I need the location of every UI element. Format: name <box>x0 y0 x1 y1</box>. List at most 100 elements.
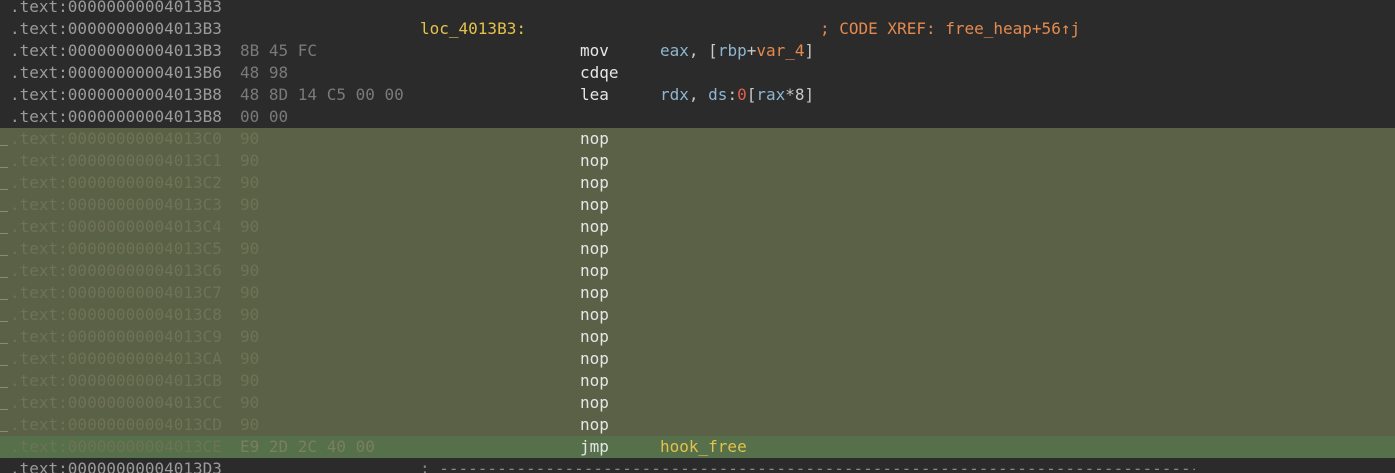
listing-line[interactable]: .text:00000000004013B3 <box>0 0 1395 18</box>
nop-line[interactable]: .text:00000000004013C5 90 nop <box>0 238 1395 260</box>
register-operand[interactable]: rbp <box>718 41 747 60</box>
patch-marker <box>0 343 8 344</box>
mnemonic: cdqe <box>580 63 619 82</box>
operand-punct: , <box>688 85 709 104</box>
opcode-bytes: 8B 45 FC <box>240 41 318 60</box>
operand-punct: , [ <box>688 41 718 60</box>
mnemonic: jmp <box>580 437 609 456</box>
patch-marker <box>0 409 8 410</box>
jump-target[interactable]: hook_free <box>660 436 747 458</box>
opcode-bytes: 90 <box>240 129 260 148</box>
mnemonic: nop <box>580 261 609 280</box>
patch-marker <box>0 145 8 146</box>
nop-line[interactable]: .text:00000000004013C4 90 nop <box>0 216 1395 238</box>
mnemonic: nop <box>580 393 609 412</box>
opcode-bytes: 90 <box>240 327 260 346</box>
stack-var-operand[interactable]: var_4 <box>756 41 804 60</box>
patch-marker <box>0 167 8 168</box>
listing-line[interactable]: .text:00000000004013B8 00 00 <box>0 106 1395 128</box>
nop-line[interactable]: .text:00000000004013CB 90 nop <box>0 370 1395 392</box>
address: .text:00000000004013C0 <box>10 129 222 148</box>
address: .text:00000000004013CD <box>10 415 222 434</box>
address: .text:00000000004013C9 <box>10 327 222 346</box>
patch-marker <box>0 299 8 300</box>
address: .text:00000000004013C6 <box>10 261 222 280</box>
opcode-bytes: 90 <box>240 305 260 324</box>
address: .text:00000000004013C8 <box>10 305 222 324</box>
address: .text:00000000004013C3 <box>10 195 222 214</box>
patch-marker <box>0 233 8 234</box>
address: .text:00000000004013C2 <box>10 173 222 192</box>
opcode-bytes: 00 00 <box>240 107 289 126</box>
xref-comment[interactable]: ; CODE XREF: free_heap+56↑j <box>820 18 1080 40</box>
register-operand[interactable]: rax <box>756 85 785 104</box>
mnemonic: nop <box>580 415 609 434</box>
disassembly-view[interactable]: .text:00000000004013B3 .text:00000000004… <box>0 0 1395 473</box>
mnemonic: nop <box>580 151 609 170</box>
address: .text:00000000004013B8 <box>10 85 222 104</box>
address: .text:00000000004013B3 <box>10 0 222 16</box>
listing-line[interactable]: .text:00000000004013B8 48 8D 14 C5 00 00… <box>0 84 1395 106</box>
mnemonic: nop <box>580 239 609 258</box>
patch-marker <box>0 211 8 212</box>
mnemonic: nop <box>580 129 609 148</box>
mnemonic: nop <box>580 371 609 390</box>
operand-punct: + <box>746 41 757 60</box>
mnemonic: nop <box>580 283 609 302</box>
opcode-bytes: E9 2D 2C 40 00 <box>240 437 375 456</box>
mnemonic: nop <box>580 349 609 368</box>
listing-line[interactable]: .text:00000000004013B3 loc_4013B3: ; COD… <box>0 18 1395 40</box>
mnemonic: mov <box>580 41 609 60</box>
address: .text:00000000004013C1 <box>10 151 222 170</box>
operand-punct: *8] <box>785 85 815 104</box>
nop-line[interactable]: .text:00000000004013CD 90 nop <box>0 414 1395 436</box>
nop-line[interactable]: .text:00000000004013CC 90 nop <box>0 392 1395 414</box>
separator-comment: ; --------------------------------------… <box>420 459 1195 473</box>
operands: eax, [rbp+var_4] <box>660 40 814 62</box>
mnemonic: nop <box>580 195 609 214</box>
nop-line[interactable]: .text:00000000004013C0 90 nop <box>0 128 1395 150</box>
opcode-bytes: 90 <box>240 173 260 192</box>
nop-line[interactable]: .text:00000000004013C9 90 nop <box>0 326 1395 348</box>
opcode-bytes: 48 8D 14 C5 00 00 <box>240 85 404 104</box>
opcode-bytes: 90 <box>240 195 260 214</box>
address: .text:00000000004013B8 <box>10 107 222 126</box>
nop-line[interactable]: .text:00000000004013CA 90 nop <box>0 348 1395 370</box>
address: .text:00000000004013B3 <box>10 19 222 38</box>
nop-line[interactable]: .text:00000000004013C6 90 nop <box>0 260 1395 282</box>
operand-punct: ] <box>804 41 815 60</box>
jmp-line[interactable]: .text:00000000004013CE E9 2D 2C 40 00 jm… <box>0 436 1395 458</box>
address: .text:00000000004013C5 <box>10 239 222 258</box>
patch-marker <box>0 277 8 278</box>
opcode-bytes: 90 <box>240 217 260 236</box>
mnemonic: nop <box>580 327 609 346</box>
mnemonic: nop <box>580 305 609 324</box>
nop-line[interactable]: .text:00000000004013C3 90 nop <box>0 194 1395 216</box>
address: .text:00000000004013B3 <box>10 41 222 60</box>
address: .text:00000000004013C4 <box>10 217 222 236</box>
address: .text:00000000004013C7 <box>10 283 222 302</box>
nop-line[interactable]: .text:00000000004013C8 90 nop <box>0 304 1395 326</box>
patch-marker <box>0 321 8 322</box>
patch-marker <box>0 255 8 256</box>
nop-line[interactable]: .text:00000000004013C2 90 nop <box>0 172 1395 194</box>
operand-punct: : <box>727 85 738 104</box>
register-operand[interactable]: rdx <box>660 85 689 104</box>
listing-line[interactable]: .text:00000000004013B3 8B 45 FC mov eax,… <box>0 40 1395 62</box>
listing-line[interactable]: .text:00000000004013B6 48 98 cdqe <box>0 62 1395 84</box>
opcode-bytes: 90 <box>240 349 260 368</box>
opcode-bytes: 90 <box>240 371 260 390</box>
operand-punct: [ <box>746 85 757 104</box>
address: .text:00000000004013CE <box>10 437 222 456</box>
patch-marker <box>0 365 8 366</box>
segment-operand[interactable]: ds <box>708 85 727 104</box>
opcode-bytes: 48 98 <box>240 63 289 82</box>
address: .text:00000000004013CA <box>10 349 222 368</box>
nop-line[interactable]: .text:00000000004013C7 90 nop <box>0 282 1395 304</box>
patch-marker <box>0 189 8 190</box>
nop-line[interactable]: .text:00000000004013C1 90 nop <box>0 150 1395 172</box>
register-operand[interactable]: eax <box>660 41 689 60</box>
listing-line[interactable]: .text:00000000004013D3 ; ---------------… <box>0 458 1395 473</box>
code-label[interactable]: loc_4013B3: <box>420 18 526 40</box>
numeric-operand: 0 <box>737 85 747 104</box>
